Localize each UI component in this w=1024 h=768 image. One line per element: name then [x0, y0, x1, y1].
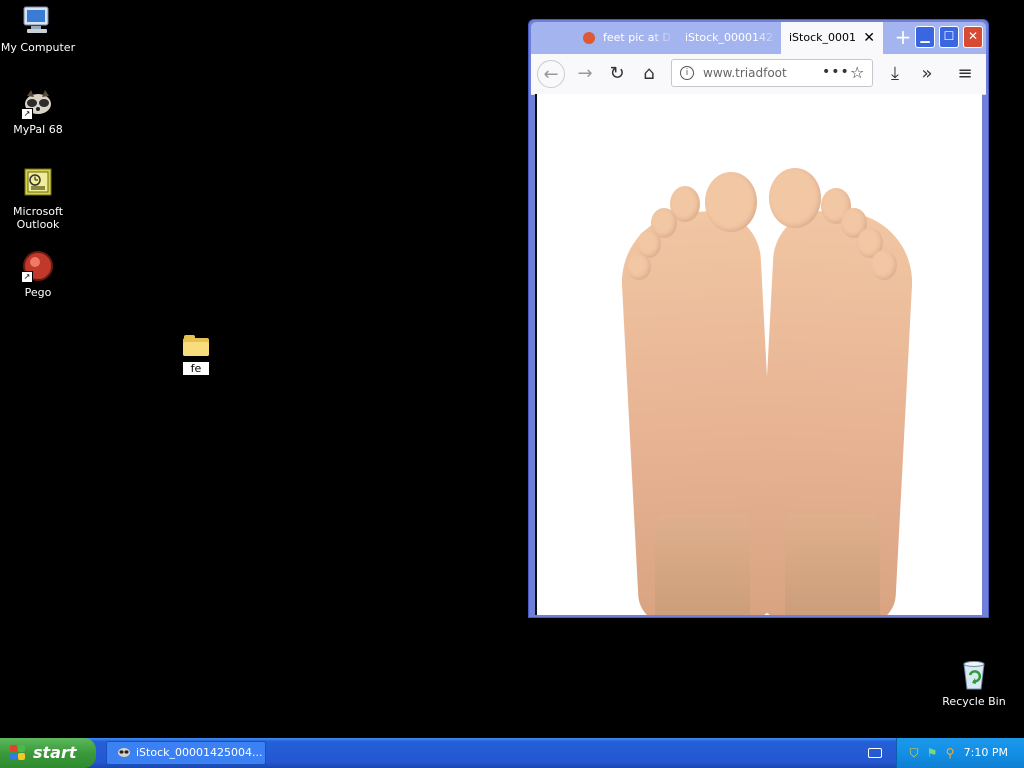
desktop-icon-label: Microsoft Outlook: [12, 205, 64, 231]
desktop-icon-label: My Computer: [0, 41, 76, 54]
keyboard-layout-icon[interactable]: [868, 748, 882, 758]
outlook-icon: [21, 168, 55, 202]
reload-button[interactable]: ↻: [603, 60, 631, 88]
shortcut-arrow-icon: ↗: [21, 108, 33, 120]
feet-photo: [537, 94, 982, 615]
mypal-icon: ↗: [21, 86, 55, 120]
shortcut-arrow-icon: ↗: [21, 271, 33, 283]
page-content[interactable]: [535, 94, 982, 615]
back-button[interactable]: ←: [537, 60, 565, 88]
tab-istock-active[interactable]: iStock_0001 ✕: [781, 22, 883, 54]
bookmark-star-icon[interactable]: ☆: [850, 60, 864, 86]
overflow-chevron-icon[interactable]: »: [913, 60, 941, 88]
desktop-icon-outlook[interactable]: Microsoft Outlook: [0, 168, 76, 231]
start-label: start: [33, 743, 77, 762]
my-computer-icon: [21, 4, 55, 38]
tab-strip: feet pic at D iStock_0000142 iStock_0001…: [531, 22, 986, 54]
recycle-bin-icon: [957, 658, 991, 692]
desktop-icon-label: Pego: [24, 286, 52, 299]
close-tab-icon[interactable]: ✕: [863, 22, 875, 54]
duckduckgo-icon: [583, 32, 595, 44]
tab-duckduckgo[interactable]: feet pic at D: [575, 22, 675, 54]
taskbar-button-browser[interactable]: iStock_00001425004...: [106, 741, 266, 765]
folder-rename-input[interactable]: fe: [182, 361, 210, 376]
taskbar-button-label: iStock_00001425004...: [136, 746, 263, 759]
pego-icon: ↗: [21, 249, 55, 283]
minimize-button[interactable]: ▁: [915, 26, 935, 48]
page-actions-icon[interactable]: •••: [822, 60, 850, 84]
nav-toolbar: ← → ↻ ⌂ i www.triadfoot ••• ☆ ⤓ » ≡: [531, 54, 986, 95]
desktop-icon-my-computer[interactable]: My Computer: [0, 4, 76, 54]
search-icon[interactable]: ⚲: [943, 746, 957, 760]
security-shield-icon[interactable]: ⛉: [907, 746, 921, 760]
system-tray: ⛉ ⚑ ⚲ 7:10 PM: [896, 738, 1024, 768]
forward-button[interactable]: →: [571, 60, 599, 88]
new-tab-button[interactable]: +: [891, 26, 915, 50]
close-window-button[interactable]: ✕: [963, 26, 983, 48]
menu-hamburger-icon[interactable]: ≡: [951, 60, 979, 88]
tab-blank[interactable]: [531, 22, 575, 54]
windows-flag-icon: [10, 745, 26, 761]
home-button[interactable]: ⌂: [635, 60, 663, 88]
downloads-icon[interactable]: ⤓: [881, 60, 909, 88]
desktop-icon-pego[interactable]: ↗ Pego: [0, 249, 76, 299]
maximize-button[interactable]: ☐: [939, 26, 959, 48]
folder-icon: [183, 335, 209, 356]
desktop-new-folder[interactable]: fe: [176, 332, 216, 376]
desktop-icon-label: Recycle Bin: [942, 695, 1006, 708]
start-button[interactable]: start: [0, 738, 96, 768]
desktop-icon-label: MyPal 68: [13, 123, 63, 136]
clock[interactable]: 7:10 PM: [964, 738, 1008, 768]
mypal-icon: [117, 745, 131, 759]
site-info-icon[interactable]: i: [680, 66, 694, 80]
taskbar: start iStock_00001425004... ⛉ ⚑ ⚲ 7:10 P…: [0, 738, 1024, 768]
desktop-icon-recycle-bin[interactable]: Recycle Bin: [936, 658, 1012, 708]
address-bar[interactable]: i www.triadfoot ••• ☆: [671, 59, 873, 87]
desktop-icon-mypal[interactable]: ↗ MyPal 68: [0, 86, 76, 136]
url-text[interactable]: www.triadfoot: [703, 60, 787, 86]
network-icon[interactable]: ⚑: [925, 746, 939, 760]
tab-istock-1[interactable]: iStock_0000142: [677, 22, 779, 54]
tab-label: iStock_0001: [789, 31, 856, 44]
browser-window[interactable]: feet pic at D iStock_0000142 iStock_0001…: [528, 19, 989, 618]
